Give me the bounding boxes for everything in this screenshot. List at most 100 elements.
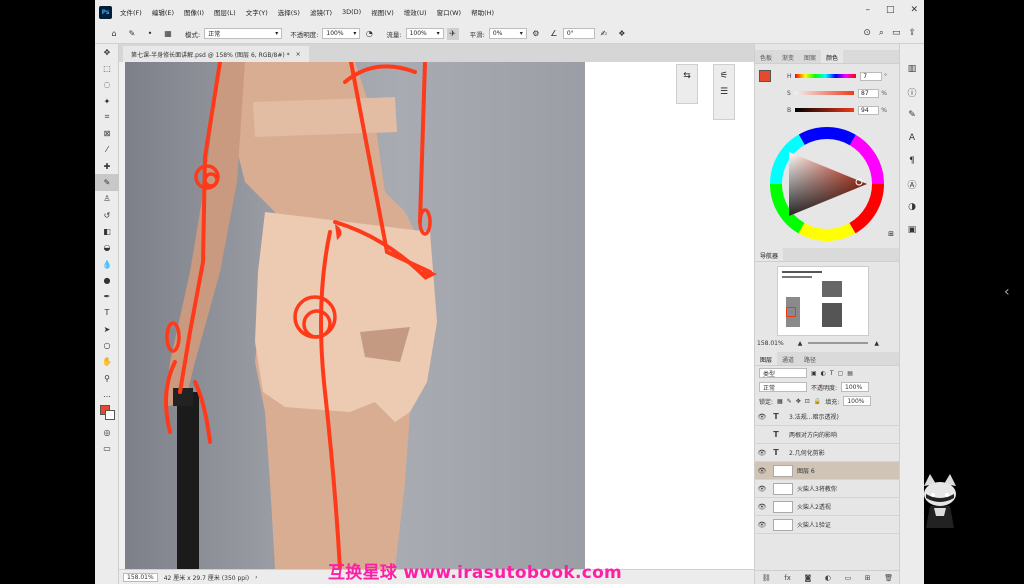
lock-artboard-icon[interactable]: ⊡ [805,398,810,405]
paint-bucket-tool-icon[interactable]: ◒ [95,240,119,256]
flow-input[interactable]: 100% ▾ [405,28,444,39]
search-icon[interactable]: ⌕ [879,28,884,38]
minimize-button[interactable]: – [865,5,870,15]
adjustment-icon[interactable]: ◐ [825,574,831,582]
menu-plugins[interactable]: 增效(U) [404,7,427,17]
navigator-zoom[interactable]: 158.01% [757,340,784,347]
folder-icon[interactable]: ▭ [845,574,852,582]
mask-icon[interactable]: ◙ [804,574,811,582]
menu-select[interactable]: 选择(S) [278,7,300,17]
eye-icon[interactable]: 👁 [755,413,769,421]
dodge-tool-icon[interactable]: ● [95,272,119,288]
brush-tool-icon[interactable]: ✎ [126,28,138,40]
layer-row[interactable]: 👁 T 2.几何化剪影 [755,444,900,462]
layer-opacity-input[interactable]: 100% [841,382,870,392]
layer-comps-icon[interactable]: ▣ [905,223,919,237]
hue-slider[interactable] [794,74,857,78]
hue-value[interactable]: 7 [860,71,882,81]
tab-navigator[interactable]: 导航器 [755,248,784,261]
tab-channels[interactable]: 通道 [777,352,799,365]
status-zoom[interactable]: 158.01% [123,572,158,582]
shape-tool-icon[interactable]: ○ [95,337,119,353]
document-white-area[interactable] [585,62,754,569]
brightness-slider[interactable] [794,108,855,112]
canvas-area[interactable] [119,62,754,569]
zoom-tool-icon[interactable]: ⚲ [95,370,119,386]
close-document-icon[interactable]: × [296,51,301,58]
lock-transparent-icon[interactable]: ▦ [777,398,783,405]
eye-icon[interactable]: 👁 [755,467,769,475]
blend-mode-select[interactable]: 正常 [759,382,807,392]
close-window-button[interactable]: ✕ [910,5,918,15]
styles-icon[interactable]: ◑ [905,200,919,214]
glyphs-icon[interactable]: Ⓐ [905,177,919,191]
zoom-in-icon[interactable]: ▲ [874,340,879,347]
reference-photo[interactable] [125,62,585,569]
menu-view[interactable]: 视图(V) [371,7,394,17]
frame-tool-icon[interactable]: ⊠ [95,125,119,141]
tab-color[interactable]: 颜色 [821,50,844,63]
navigator-zoom-slider[interactable] [808,342,869,344]
airbrush-icon[interactable]: ✈ [446,27,459,40]
layer-row[interactable]: 👁 T 3.法规...暗示透视) [755,408,900,426]
eye-icon[interactable]: 👁 [755,503,769,511]
share-icon[interactable]: ⊙ [863,28,871,38]
filter-adjust-icon[interactable]: ◐ [821,370,826,377]
blur-tool-icon[interactable]: 💧 [95,256,119,272]
libraries-icon[interactable]: ▥ [905,62,919,76]
filter-smart-icon[interactable]: ▤ [847,370,853,377]
saturation-value[interactable]: 87 [858,88,880,98]
zoom-out-icon[interactable]: ▲ [798,340,803,347]
menu-file[interactable]: 文件(F) [120,7,142,17]
adjustments-icon[interactable]: ☰ [720,87,728,97]
layer-row-selected[interactable]: 👁 图层 6 [755,462,900,480]
angle-input[interactable]: 0° [562,28,595,39]
screen-mode-icon[interactable]: ▭ [95,441,119,457]
paragraph-icon[interactable]: ¶ [905,154,919,168]
type-tool-icon[interactable]: T [95,305,119,321]
new-layer-icon[interactable]: ⊞ [865,574,871,582]
crop-tool-icon[interactable]: ⌗ [95,109,119,125]
brush-settings-panel-icon[interactable]: ✎ [905,108,919,122]
layer-row[interactable]: T 两根对方向的影响 [755,426,900,444]
brightness-value[interactable]: 94 [858,105,880,115]
smoothing-settings-icon[interactable]: ⚙ [530,28,542,40]
tab-gradients[interactable]: 渐变 [777,50,799,63]
status-arrow-icon[interactable]: › [255,574,257,581]
pressure-opacity-icon[interactable]: ◔ [363,28,375,40]
marquee-tool-icon[interactable]: ⬚ [95,60,119,76]
layer-row[interactable]: 👁 火柴人3将教你 [755,480,900,498]
trash-icon[interactable]: 🗑 [884,574,893,582]
lock-position-icon[interactable]: ✥ [796,398,801,405]
magic-wand-tool-icon[interactable]: ✦ [95,93,119,109]
mode-select[interactable]: 正常 ▾ [204,28,283,39]
lock-pixels-icon[interactable]: ✎ [787,398,792,405]
maximize-button[interactable]: □ [886,5,895,15]
symmetry-icon[interactable]: ❖ [616,28,628,40]
saturation-slider[interactable] [794,91,855,95]
menu-edit[interactable]: 编辑(E) [152,7,174,17]
fill-input[interactable]: 100% [843,396,872,406]
path-selection-tool-icon[interactable]: ➤ [95,321,119,337]
menu-window[interactable]: 窗口(W) [437,7,462,17]
filter-shape-icon[interactable]: ▢ [838,370,844,377]
history-brush-tool-icon[interactable]: ↺ [95,207,119,223]
eye-icon[interactable]: 👁 [755,449,769,457]
eraser-tool-icon[interactable]: ◧ [95,223,119,239]
smoothing-input[interactable]: 0% ▾ [488,28,527,39]
color-fg-swatch[interactable] [759,70,771,82]
color-expand-icon[interactable]: ⊞ [888,230,894,238]
home-icon[interactable]: ⌂ [108,28,120,40]
tab-patterns[interactable]: 图案 [799,50,821,63]
layer-kind-filter[interactable]: 类型 [759,368,807,378]
color-swatches[interactable] [95,403,119,425]
menu-help[interactable]: 帮助(H) [471,7,494,17]
properties-icon[interactable]: ⚟ [720,71,728,81]
layer-row[interactable]: 👁 火柴人2透视 [755,498,900,516]
lock-all-icon[interactable]: 🔒 [814,398,821,405]
document-tab[interactable]: 第七课-半身修长面讲解.psd @ 158% (图层 6, RGB/8#) * … [123,46,309,62]
side-panel-chevron-icon[interactable]: ‹ [1004,284,1010,300]
fx-icon[interactable]: fx [784,574,791,582]
brush-tool-icon-active[interactable]: ✎ [95,174,119,191]
tab-layers[interactable]: 图层 [755,352,778,365]
